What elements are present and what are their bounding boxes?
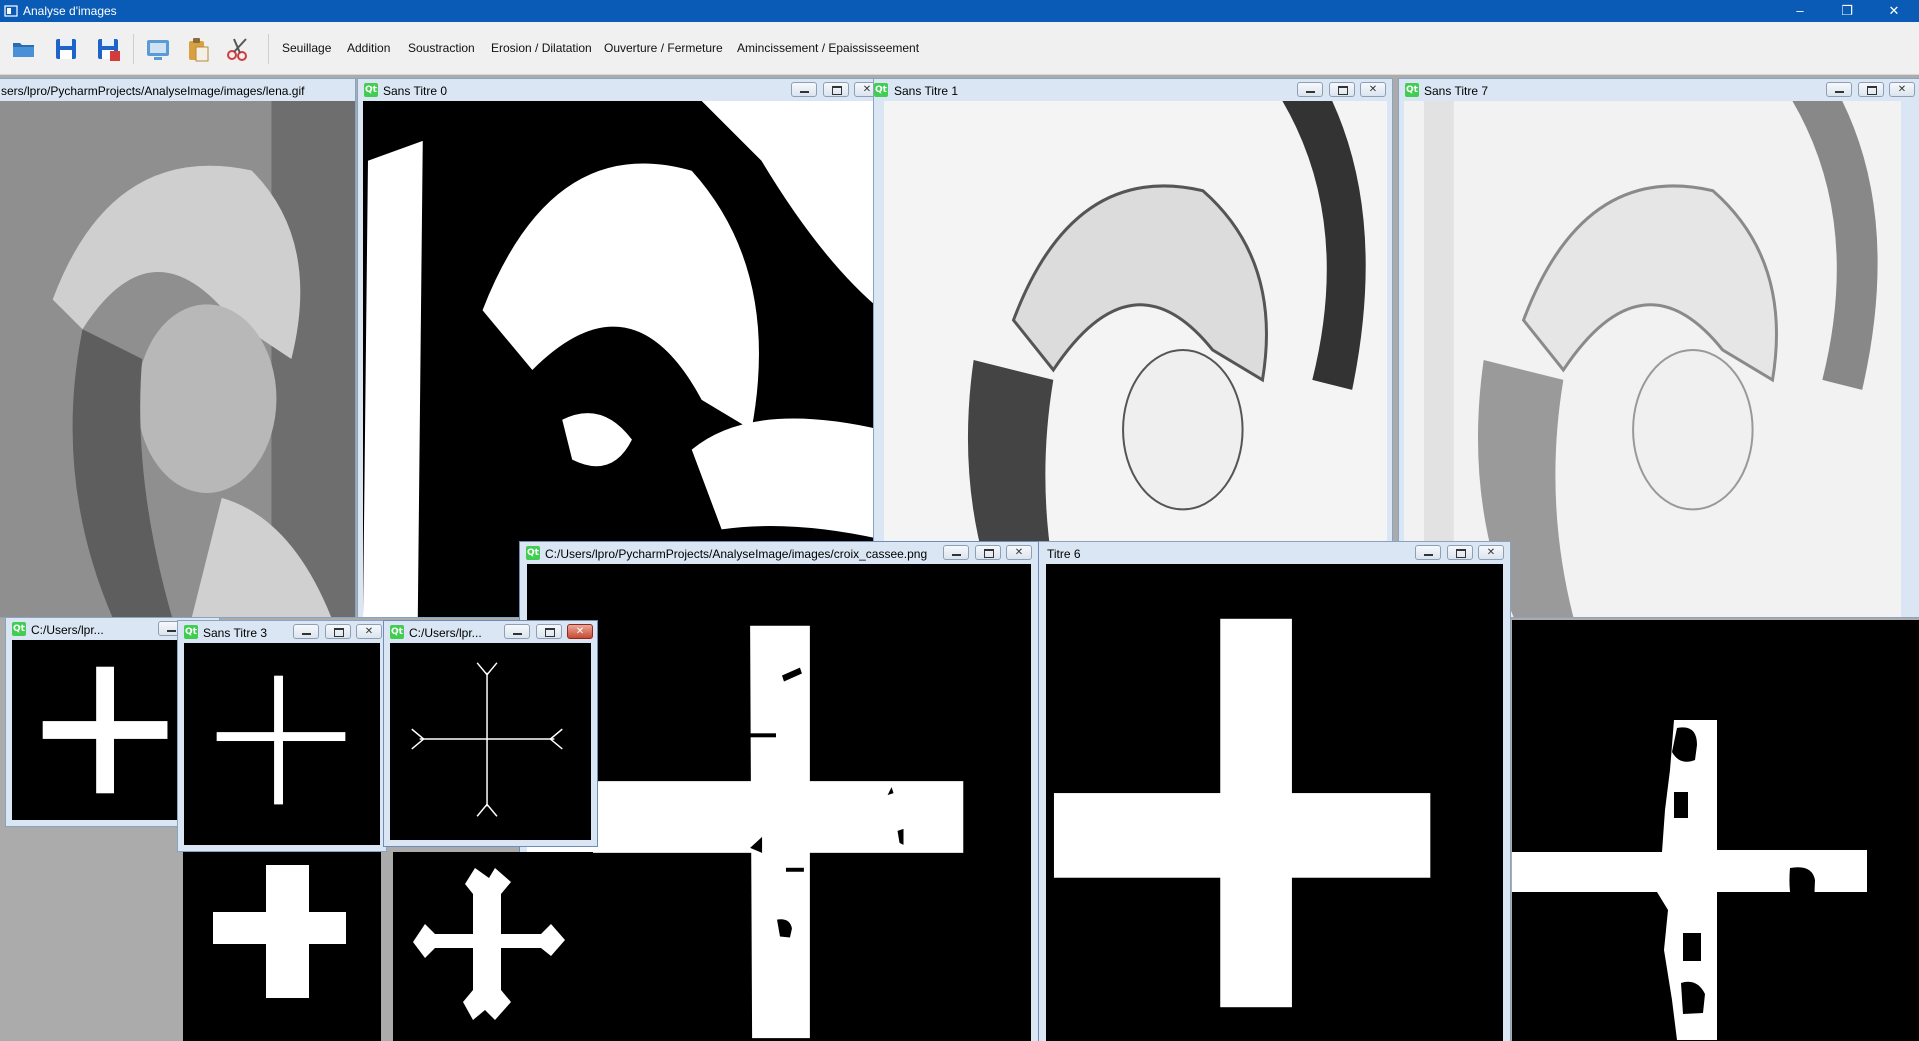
qt-logo-icon: Qt: [390, 625, 404, 639]
toolbar: Seuillage Addition Soustraction Erosion …: [0, 22, 1919, 75]
subwindow-sans-titre-0[interactable]: Qt Sans Titre 0 ✕: [357, 78, 887, 618]
qt-logo-icon: Qt: [12, 622, 26, 636]
subwindow-title: Titre 6: [1047, 547, 1081, 561]
subwindow-title: Sans Titre 7: [1424, 84, 1489, 98]
subwindow-sans-titre-6[interactable]: Titre 6 ✕: [1038, 541, 1511, 1041]
subwindow-maximize-button[interactable]: [822, 82, 849, 97]
toolbar-separator: [133, 34, 134, 64]
close-window-button[interactable]: ✕: [1871, 0, 1917, 22]
menu-amincissement-epaississement[interactable]: Amincissement / Epaississeement: [737, 41, 919, 55]
image-skeleton-cross: [390, 643, 591, 840]
subwindow-title-bar[interactable]: Qt Sans Titre 3 ✕: [178, 621, 386, 643]
subwindow-maximize-button[interactable]: [324, 624, 351, 639]
subwindow-title: Sans Titre 0: [383, 84, 448, 98]
subwindow-title-bar[interactable]: Qt C:/Users/lpr... ✕: [384, 621, 597, 643]
subwindow-title: Sans Titre 3: [203, 626, 268, 640]
subwindow-title-bar[interactable]: sers/lpro/PycharmProjects/AnalyseImage/i…: [0, 79, 355, 101]
qt-logo-icon: Qt: [1405, 83, 1419, 97]
app-window-icon: [4, 5, 18, 17]
image-partial-cross-right: [1512, 620, 1919, 1041]
menu-erosion-dilatation[interactable]: Erosion / Dilatation: [491, 41, 592, 55]
image-lena-original: [0, 101, 355, 617]
app-title-bar: Analyse d'images – ❐ ✕: [0, 0, 1919, 22]
subwindow-sans-titre-3[interactable]: Qt Sans Titre 3 ✕: [177, 620, 387, 852]
screen-icon[interactable]: [144, 35, 172, 63]
subwindow-minimize-button[interactable]: [1826, 82, 1853, 97]
image-sans-titre-0: [363, 101, 881, 617]
subwindow-maximize-button[interactable]: [974, 545, 1001, 560]
subwindow-minimize-button[interactable]: [504, 624, 531, 639]
subwindow-title: sers/lpro/PycharmProjects/AnalyseImage/i…: [1, 84, 305, 98]
image-bottom-cross: [183, 852, 381, 1041]
qt-logo-icon: Qt: [526, 546, 540, 560]
subwindow-title-bar[interactable]: Qt C:/Users/lpro/PycharmProjects/Analyse…: [520, 542, 1038, 564]
subwindow-close-button[interactable]: ✕: [1889, 82, 1915, 97]
subwindow-title-bar[interactable]: Qt Sans Titre 7 ✕: [1399, 79, 1919, 101]
menu-seuillage[interactable]: Seuillage: [282, 41, 331, 55]
qt-logo-icon: Qt: [364, 83, 378, 97]
subwindow-minimize-button[interactable]: [293, 624, 320, 639]
menu-ouverture-fermeture[interactable]: Ouverture / Fermeture: [604, 41, 723, 55]
menu-addition[interactable]: Addition: [347, 41, 390, 55]
subwindow-close-button[interactable]: ✕: [1478, 545, 1504, 560]
app-title: Analyse d'images: [23, 4, 117, 18]
minimize-window-button[interactable]: –: [1777, 0, 1823, 22]
subwindow-close-button[interactable]: ✕: [356, 624, 382, 639]
image-sans-titre-7: [1404, 101, 1901, 617]
subwindow-minimize-button[interactable]: [1415, 545, 1442, 560]
subwindow-minimize-button[interactable]: [943, 545, 970, 560]
subwindow-lena-original[interactable]: sers/lpro/PycharmProjects/AnalyseImage/i…: [0, 78, 356, 618]
subwindow-maximize-button[interactable]: [1857, 82, 1884, 97]
save-as-icon[interactable]: [94, 35, 122, 63]
subwindow-small-cross-3[interactable]: Qt C:/Users/lpr... ✕: [383, 620, 598, 847]
image-bottom-eroded-cross: [393, 852, 593, 1041]
restore-window-button[interactable]: ❐: [1824, 0, 1870, 22]
subwindow-close-button[interactable]: ✕: [1360, 82, 1386, 97]
image-sans-titre-6: [1046, 564, 1503, 1041]
subwindow-minimize-button[interactable]: [1297, 82, 1324, 97]
toolbar-separator: [268, 34, 269, 64]
save-icon[interactable]: [52, 35, 80, 63]
cut-scissors-icon[interactable]: [224, 35, 252, 63]
subwindow-title: C:/Users/lpr...: [31, 623, 104, 637]
subwindow-maximize-button[interactable]: [1328, 82, 1355, 97]
image-sans-titre-3: [184, 643, 380, 845]
mdi-area: sers/lpro/PycharmProjects/AnalyseImage/i…: [0, 75, 1919, 1041]
subwindow-title-bar[interactable]: Qt Sans Titre 1 ✕: [874, 79, 1392, 101]
subwindow-minimize-button[interactable]: [791, 82, 818, 97]
subwindow-maximize-button[interactable]: [535, 624, 562, 639]
subwindow-title-bar[interactable]: Titre 6 ✕: [1039, 542, 1510, 564]
image-sans-titre-1: [884, 101, 1387, 617]
subwindow-sans-titre-1[interactable]: Qt Sans Titre 1 ✕: [873, 78, 1393, 618]
image-croix-cassee: [527, 564, 1031, 1041]
subwindow-close-button[interactable]: ✕: [567, 624, 593, 639]
qt-logo-icon: Qt: [874, 83, 888, 97]
subwindow-sans-titre-7[interactable]: Qt Sans Titre 7 ✕: [1398, 78, 1919, 618]
subwindow-title: Sans Titre 1: [894, 84, 959, 98]
subwindow-maximize-button[interactable]: [1446, 545, 1473, 560]
subwindow-title-bar[interactable]: Qt Sans Titre 0 ✕: [358, 79, 886, 101]
subwindow-close-button[interactable]: ✕: [1006, 545, 1032, 560]
open-folder-icon[interactable]: [10, 35, 38, 63]
qt-logo-icon: Qt: [184, 625, 198, 639]
menu-soustraction[interactable]: Soustraction: [408, 41, 475, 55]
subwindow-title: C:/Users/lpr...: [409, 626, 482, 640]
subwindow-title: C:/Users/lpro/PycharmProjects/AnalyseIma…: [545, 547, 928, 561]
paste-icon[interactable]: [184, 35, 212, 63]
